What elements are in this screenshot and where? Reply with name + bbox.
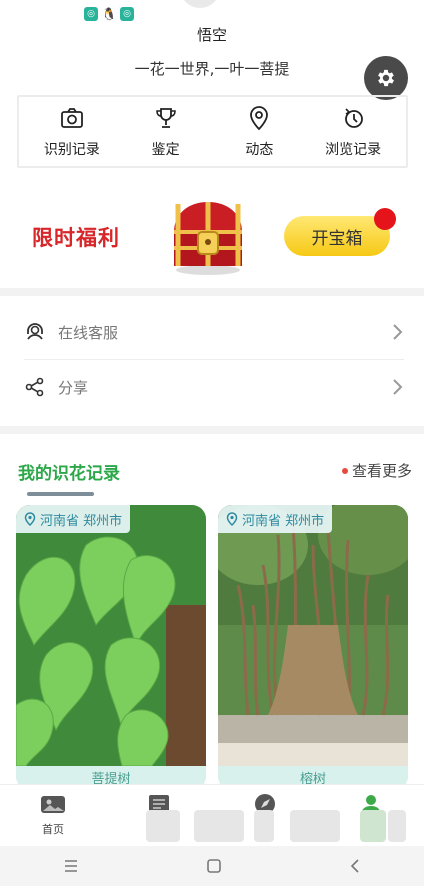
nav-item-home[interactable]: 首页 bbox=[0, 785, 106, 847]
camera-icon bbox=[59, 105, 85, 131]
records-tab-indicator bbox=[27, 492, 94, 496]
record-card[interactable]: 河南省 郑州市 菩提树 bbox=[16, 505, 206, 790]
username: 悟空 bbox=[196, 26, 227, 44]
blurred-region bbox=[146, 810, 180, 842]
quick-action-label: 鉴定 bbox=[151, 141, 180, 158]
trophy-icon bbox=[153, 105, 179, 131]
bodhi-tree-photo bbox=[16, 505, 206, 766]
location-pin-icon bbox=[226, 512, 238, 526]
blurred-region bbox=[194, 810, 244, 842]
quick-action-label: 动态 bbox=[245, 141, 274, 158]
home-photo-icon bbox=[41, 796, 65, 813]
menu-item-label: 在线客服 bbox=[58, 323, 119, 342]
quick-action-identify[interactable]: 鉴定 bbox=[122, 105, 210, 159]
profile-page: ◎ 🐧 ◎ 悟空 一花一世界,一叶一菩提 识别记录 鉴定 动态 浏览记录 限时福… bbox=[0, 0, 424, 886]
blurred-region bbox=[360, 810, 386, 842]
menu-item-share[interactable]: 分享 bbox=[0, 359, 424, 415]
quick-actions: 识别记录 鉴定 动态 浏览记录 bbox=[17, 95, 408, 168]
menu-item-label: 分享 bbox=[58, 378, 89, 397]
menu-item-support[interactable]: 在线客服 bbox=[0, 304, 424, 360]
quick-action-label: 识别记录 bbox=[43, 141, 100, 158]
blurred-region bbox=[254, 810, 274, 842]
view-more-link[interactable]: 查看更多 bbox=[342, 460, 412, 481]
quick-action-history[interactable]: 浏览记录 bbox=[309, 105, 397, 159]
qq-icon: 🐧 bbox=[101, 7, 117, 21]
avatar[interactable] bbox=[180, 0, 220, 8]
red-dot-icon bbox=[342, 467, 348, 474]
vip-badge-icon: ◎ bbox=[84, 7, 98, 21]
location-pin-icon bbox=[24, 512, 36, 526]
quick-action-moments[interactable]: 动态 bbox=[215, 105, 303, 159]
share-icon bbox=[24, 376, 46, 398]
blurred-region bbox=[290, 810, 340, 842]
location-label: 河南省 郑州市 bbox=[242, 513, 325, 529]
headset-icon bbox=[24, 321, 46, 343]
chevron-right-icon bbox=[393, 379, 403, 395]
nav-label: 首页 bbox=[42, 823, 64, 836]
quick-action-label: 浏览记录 bbox=[325, 141, 382, 158]
quick-action-records[interactable]: 识别记录 bbox=[28, 105, 116, 159]
blurred-region bbox=[388, 810, 406, 842]
promo-title: 限时福利 bbox=[32, 226, 120, 250]
location-tag: 河南省 郑州市 bbox=[16, 505, 131, 533]
settings-button[interactable] bbox=[364, 56, 408, 100]
treasure-chest-icon bbox=[174, 202, 242, 275]
location-tag: 河南省 郑州市 bbox=[218, 505, 333, 533]
badge-row: ◎ 🐧 ◎ bbox=[84, 7, 134, 21]
chevron-right-icon bbox=[393, 324, 403, 340]
view-more-label: 查看更多 bbox=[352, 462, 413, 480]
home-icon[interactable] bbox=[206, 858, 222, 874]
record-card[interactable]: 河南省 郑州市 榕树 bbox=[218, 505, 408, 790]
promo-banner[interactable]: 限时福利 开宝箱 bbox=[0, 180, 424, 288]
back-icon[interactable] bbox=[349, 858, 361, 874]
location-label: 河南省 郑州市 bbox=[40, 513, 123, 529]
profile-motto: 一花一世界,一叶一菩提 bbox=[134, 60, 290, 78]
history-icon bbox=[340, 105, 366, 131]
notification-dot bbox=[374, 208, 396, 230]
menu-icon[interactable] bbox=[63, 859, 79, 873]
level-badge-icon: ◎ bbox=[120, 7, 134, 21]
records-title: 我的识花记录 bbox=[18, 464, 120, 484]
section-divider bbox=[0, 288, 424, 296]
banyan-tree-photo bbox=[218, 505, 408, 766]
location-pin-icon bbox=[246, 105, 272, 131]
gear-icon bbox=[378, 69, 394, 87]
section-divider bbox=[0, 426, 424, 434]
system-nav-bar bbox=[0, 846, 424, 886]
